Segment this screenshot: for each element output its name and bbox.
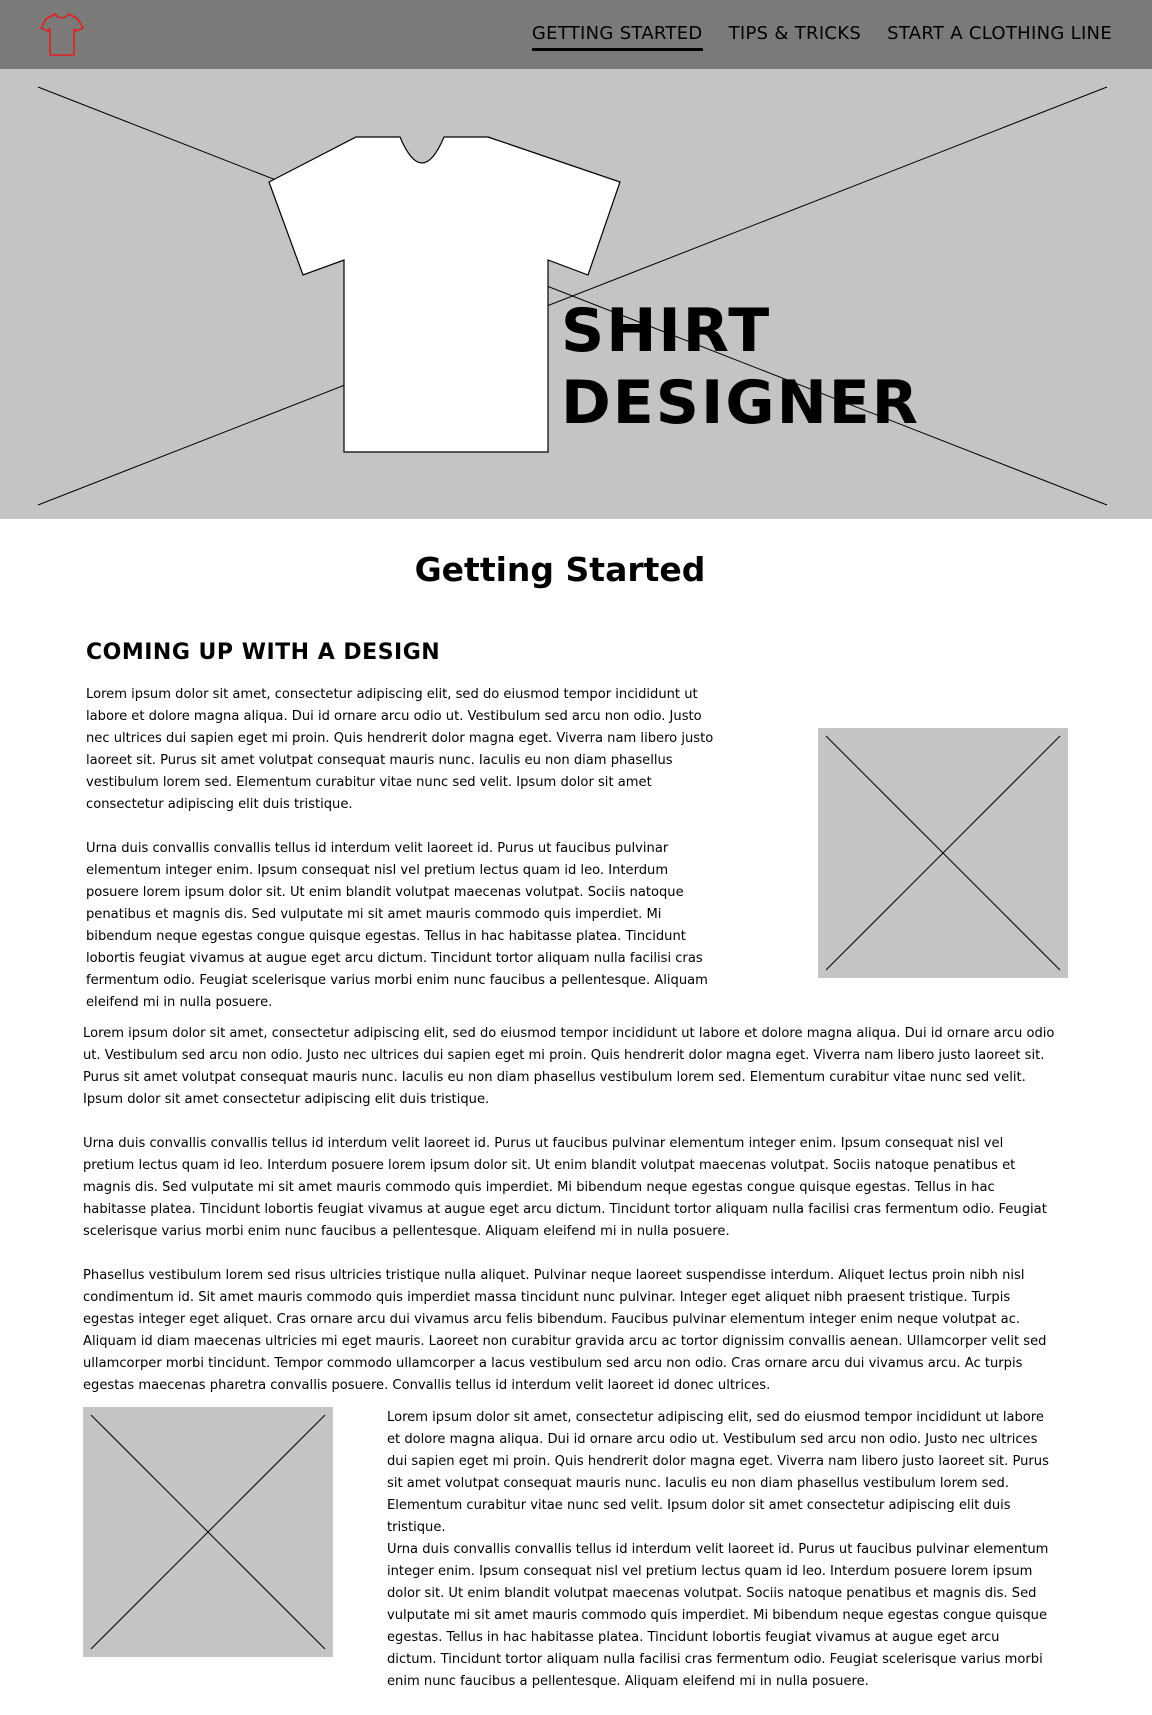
paragraph-3: Lorem ipsum dolor sit amet, consectetur … <box>83 1026 1055 1107</box>
tshirt-outline-icon[interactable] <box>38 10 86 58</box>
page-title: Getting Started <box>414 550 706 589</box>
paragraph-4: Urna duis convallis convallis tellus id … <box>83 1136 1047 1239</box>
hero-title-line1: SHIRT <box>561 296 772 366</box>
paragraph-7: Urna duis convallis convallis tellus id … <box>387 1542 1049 1689</box>
section-title: COMING UP WITH A DESIGN <box>86 640 441 665</box>
paragraph-5: Phasellus vestibulum lorem sed risus ult… <box>83 1268 1047 1393</box>
hero-title-line2: DESIGNER <box>561 368 920 438</box>
placeholder-cross <box>90 1414 326 1650</box>
paragraph-6: Lorem ipsum dolor sit amet, consectetur … <box>387 1410 1049 1535</box>
paragraph-1: Lorem ipsum dolor sit amet, consectetur … <box>86 687 714 812</box>
paragraph-2: Urna duis convallis convallis tellus id … <box>86 841 708 1010</box>
placeholder-cross <box>825 735 1061 971</box>
main-nav: GETTING STARTED TIPS & TRICKS START A CL… <box>531 0 1112 69</box>
image-placeholder-left <box>83 1407 333 1657</box>
hero-title: SHIRT DESIGNER <box>561 295 920 439</box>
hero-banner: SHIRT DESIGNER <box>0 69 1152 519</box>
image-placeholder-right <box>818 728 1068 978</box>
top-navbar: GETTING STARTED TIPS & TRICKS START A CL… <box>0 0 1152 69</box>
nav-start-clothing-line[interactable]: START A CLOTHING LINE <box>887 23 1112 48</box>
nav-getting-started[interactable]: GETTING STARTED <box>531 23 703 51</box>
nav-tips-tricks[interactable]: TIPS & TRICKS <box>729 23 862 48</box>
